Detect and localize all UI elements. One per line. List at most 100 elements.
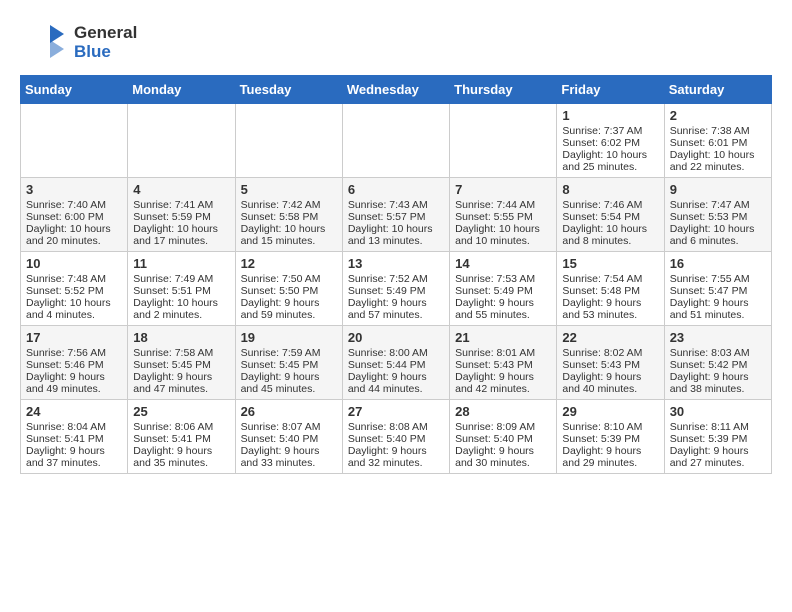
weekday-header-row: SundayMondayTuesdayWednesdayThursdayFrid…: [21, 76, 772, 104]
weekday-header-sunday: Sunday: [21, 76, 128, 104]
weekday-header-wednesday: Wednesday: [342, 76, 449, 104]
calendar-cell: 13Sunrise: 7:52 AMSunset: 5:49 PMDayligh…: [342, 252, 449, 326]
day-info: Sunset: 5:51 PM: [133, 285, 229, 297]
day-info: Sunrise: 7:55 AM: [670, 273, 766, 285]
day-info: Daylight: 9 hours and 53 minutes.: [562, 297, 658, 321]
calendar-cell: 27Sunrise: 8:08 AMSunset: 5:40 PMDayligh…: [342, 400, 449, 474]
day-info: Sunrise: 7:50 AM: [241, 273, 337, 285]
day-info: Daylight: 10 hours and 10 minutes.: [455, 223, 551, 247]
day-number: 11: [133, 256, 229, 271]
day-number: 24: [26, 404, 122, 419]
calendar-cell: [21, 104, 128, 178]
day-info: Sunrise: 7:42 AM: [241, 199, 337, 211]
day-info: Sunset: 5:55 PM: [455, 211, 551, 223]
day-number: 6: [348, 182, 444, 197]
calendar-cell: 25Sunrise: 8:06 AMSunset: 5:41 PMDayligh…: [128, 400, 235, 474]
day-info: Sunrise: 7:43 AM: [348, 199, 444, 211]
calendar-cell: 22Sunrise: 8:02 AMSunset: 5:43 PMDayligh…: [557, 326, 664, 400]
day-info: Sunrise: 8:09 AM: [455, 421, 551, 433]
day-number: 22: [562, 330, 658, 345]
day-info: Sunset: 5:39 PM: [670, 433, 766, 445]
day-info: Daylight: 9 hours and 33 minutes.: [241, 445, 337, 469]
weekday-header-friday: Friday: [557, 76, 664, 104]
calendar-cell: 7 Sunrise: 7:44 AMSunset: 5:55 PMDaylight…: [450, 178, 557, 252]
day-number: 3: [26, 182, 122, 197]
day-number: 23: [670, 330, 766, 345]
day-info: Sunset: 5:49 PM: [455, 285, 551, 297]
day-info: Sunrise: 7:54 AM: [562, 273, 658, 285]
day-number: 1: [562, 108, 658, 123]
week-row-1: 1Sunrise: 7:37 AMSunset: 6:02 PMDaylight…: [21, 104, 772, 178]
day-info: Daylight: 10 hours and 8 minutes.: [562, 223, 658, 247]
day-info: Daylight: 9 hours and 47 minutes.: [133, 371, 229, 395]
day-number: 7: [455, 182, 551, 197]
day-info: Daylight: 9 hours and 30 minutes.: [455, 445, 551, 469]
day-info: Sunrise: 8:07 AM: [241, 421, 337, 433]
day-info: Sunset: 5:44 PM: [348, 359, 444, 371]
day-info: Sunset: 5:45 PM: [133, 359, 229, 371]
day-number: 18: [133, 330, 229, 345]
day-info: Daylight: 9 hours and 27 minutes.: [670, 445, 766, 469]
day-info: Sunset: 5:58 PM: [241, 211, 337, 223]
weekday-header-monday: Monday: [128, 76, 235, 104]
day-info: Sunrise: 8:11 AM: [670, 421, 766, 433]
day-info: Daylight: 9 hours and 55 minutes.: [455, 297, 551, 321]
calendar-cell: 21Sunrise: 8:01 AMSunset: 5:43 PMDayligh…: [450, 326, 557, 400]
day-info: Sunset: 5:45 PM: [241, 359, 337, 371]
calendar-cell: 8Sunrise: 7:46 AMSunset: 5:54 PMDaylight…: [557, 178, 664, 252]
day-number: 30: [670, 404, 766, 419]
day-number: 9: [670, 182, 766, 197]
day-info: Daylight: 10 hours and 22 minutes.: [670, 149, 766, 173]
day-number: 26: [241, 404, 337, 419]
week-row-5: 24Sunrise: 8:04 AMSunset: 5:41 PMDayligh…: [21, 400, 772, 474]
day-number: 15: [562, 256, 658, 271]
logo-blue: Blue: [74, 43, 137, 62]
day-info: Sunset: 6:01 PM: [670, 137, 766, 149]
calendar-cell: [450, 104, 557, 178]
calendar: SundayMondayTuesdayWednesdayThursdayFrid…: [20, 75, 772, 474]
day-info: Sunset: 5:50 PM: [241, 285, 337, 297]
calendar-cell: 29Sunrise: 8:10 AMSunset: 5:39 PMDayligh…: [557, 400, 664, 474]
day-number: 25: [133, 404, 229, 419]
day-number: 5: [241, 182, 337, 197]
day-info: Sunrise: 7:48 AM: [26, 273, 122, 285]
day-info: Sunset: 5:42 PM: [670, 359, 766, 371]
day-info: Sunrise: 7:52 AM: [348, 273, 444, 285]
day-info: Sunset: 5:40 PM: [455, 433, 551, 445]
calendar-cell: 12Sunrise: 7:50 AMSunset: 5:50 PMDayligh…: [235, 252, 342, 326]
calendar-cell: 23Sunrise: 8:03 AMSunset: 5:42 PMDayligh…: [664, 326, 771, 400]
day-info: Daylight: 9 hours and 44 minutes.: [348, 371, 444, 395]
weekday-header-thursday: Thursday: [450, 76, 557, 104]
calendar-cell: 14Sunrise: 7:53 AMSunset: 5:49 PMDayligh…: [450, 252, 557, 326]
day-info: Sunrise: 7:40 AM: [26, 199, 122, 211]
day-info: Sunset: 5:57 PM: [348, 211, 444, 223]
day-number: 13: [348, 256, 444, 271]
day-info: Sunrise: 7:47 AM: [670, 199, 766, 211]
day-info: Sunrise: 8:02 AM: [562, 347, 658, 359]
day-number: 28: [455, 404, 551, 419]
week-row-3: 10Sunrise: 7:48 AMSunset: 5:52 PMDayligh…: [21, 252, 772, 326]
day-info: Sunrise: 8:10 AM: [562, 421, 658, 433]
day-number: 29: [562, 404, 658, 419]
day-info: Daylight: 10 hours and 17 minutes.: [133, 223, 229, 247]
calendar-cell: 3Sunrise: 7:40 AMSunset: 6:00 PMDaylight…: [21, 178, 128, 252]
day-number: 27: [348, 404, 444, 419]
calendar-cell: 6 Sunrise: 7:43 AMSunset: 5:57 PMDaylight…: [342, 178, 449, 252]
weekday-header-tuesday: Tuesday: [235, 76, 342, 104]
day-number: 12: [241, 256, 337, 271]
calendar-cell: 20Sunrise: 8:00 AMSunset: 5:44 PMDayligh…: [342, 326, 449, 400]
day-info: Sunset: 5:59 PM: [133, 211, 229, 223]
weekday-header-saturday: Saturday: [664, 76, 771, 104]
calendar-cell: 17Sunrise: 7:56 AMSunset: 5:46 PMDayligh…: [21, 326, 128, 400]
calendar-cell: 1Sunrise: 7:37 AMSunset: 6:02 PMDaylight…: [557, 104, 664, 178]
calendar-cell: 30 Sunrise: 8:11 AMSunset: 5:39 PMDayligh…: [664, 400, 771, 474]
day-info: Daylight: 9 hours and 29 minutes.: [562, 445, 658, 469]
day-info: Daylight: 10 hours and 2 minutes.: [133, 297, 229, 321]
day-info: Daylight: 9 hours and 45 minutes.: [241, 371, 337, 395]
day-info: Sunset: 5:46 PM: [26, 359, 122, 371]
day-info: Daylight: 10 hours and 13 minutes.: [348, 223, 444, 247]
day-info: Daylight: 9 hours and 40 minutes.: [562, 371, 658, 395]
day-number: 21: [455, 330, 551, 345]
day-info: Sunrise: 7:44 AM: [455, 199, 551, 211]
day-info: Sunset: 5:40 PM: [241, 433, 337, 445]
